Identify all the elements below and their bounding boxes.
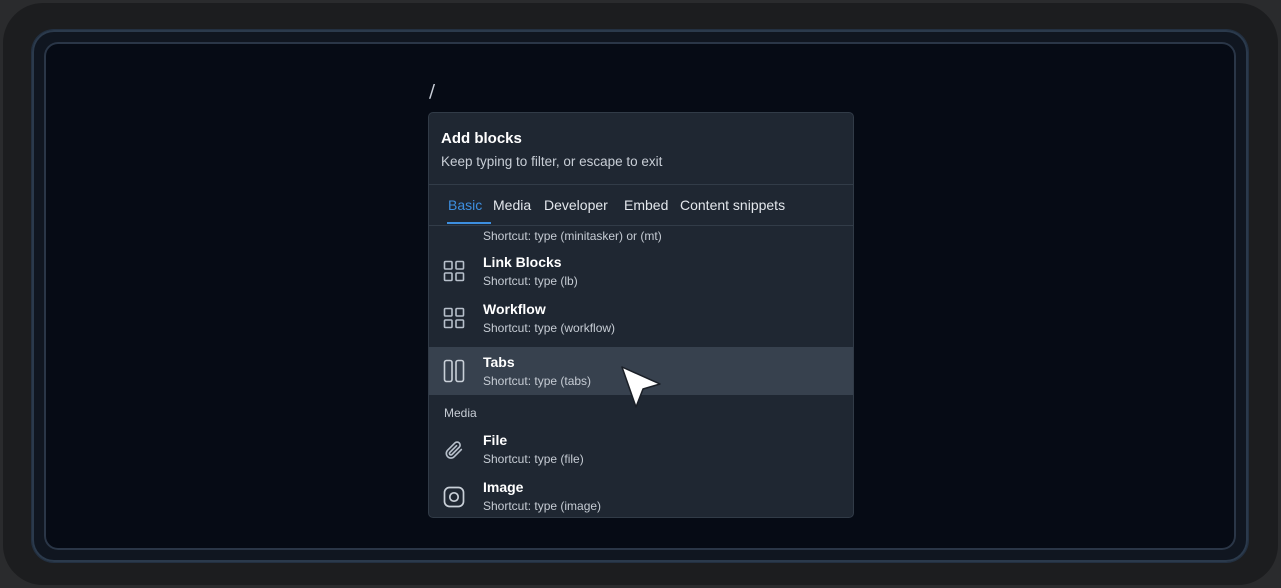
grid-icon [443,260,465,282]
active-tab-indicator [447,222,491,224]
item-title: Image [483,479,524,495]
popup-header: Add blocks Keep typing to filter, or esc… [429,113,853,184]
tabs-icon [443,359,465,383]
popup-subtitle: Keep typing to filter, or escape to exit [441,154,663,169]
item-shortcut: Shortcut: type (file) [483,452,584,466]
item-shortcut: Shortcut: type (workflow) [483,321,616,335]
item-shortcut: Shortcut: type (tabs) [483,374,592,388]
mouse-pointer-icon [616,362,666,414]
add-blocks-popup: Add blocks Keep typing to filter, or esc… [428,112,854,518]
columns-icon [443,226,465,238]
popup-title: Add blocks [441,130,522,147]
tab-basic[interactable]: Basic [448,196,482,214]
list-item-link-blocks[interactable]: Link Blocks Shortcut: type (lb) [429,247,853,293]
tab-media[interactable]: Media [493,196,531,214]
section-label-media: Media [444,406,477,420]
paperclip-icon [443,439,465,461]
list-item-image[interactable]: Image Shortcut: type (image) [429,472,853,517]
tab-embed[interactable]: Embed [624,196,668,214]
item-shortcut: Shortcut: type (image) [483,499,602,513]
item-shortcut: Shortcut: type (lb) [483,274,578,288]
item-title: File [483,432,508,448]
item-shortcut: Shortcut: type (minitasker) or (mt) [483,229,662,243]
category-tabs: Basic Media Developer Embed Content snip… [429,184,853,226]
tab-content-snippets[interactable]: Content snippets [680,196,785,214]
grid-icon [443,307,465,329]
tab-developer[interactable]: Developer [544,196,608,214]
item-title: Workflow [483,301,546,317]
slash-command-text: / [429,81,436,102]
item-title: Tabs [483,354,515,370]
instagram-icon [443,486,465,508]
list-item-file[interactable]: File Shortcut: type (file) [429,425,853,471]
list-item-workflow[interactable]: Workflow Shortcut: type (workflow) [429,294,853,340]
item-title: Link Blocks [483,254,562,270]
